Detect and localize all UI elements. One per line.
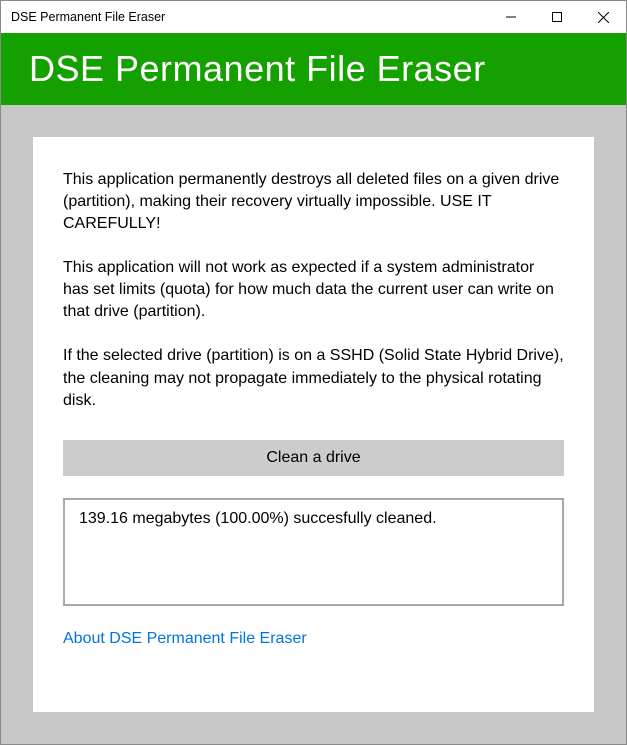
banner: DSE Permanent File Eraser: [1, 33, 626, 105]
description-paragraph-3: If the selected drive (partition) is on …: [63, 345, 564, 411]
window-title: DSE Permanent File Eraser: [11, 10, 165, 24]
status-text: 139.16 megabytes (100.00%) succesfully c…: [79, 510, 437, 527]
close-button[interactable]: [580, 1, 626, 33]
minimize-button[interactable]: [488, 1, 534, 33]
titlebar: DSE Permanent File Eraser: [1, 1, 626, 33]
minimize-icon: [506, 12, 516, 22]
description-paragraph-1: This application permanently destroys al…: [63, 169, 564, 235]
maximize-icon: [552, 12, 562, 22]
status-output: 139.16 megabytes (100.00%) succesfully c…: [63, 498, 564, 606]
main-card: This application permanently destroys al…: [33, 137, 594, 712]
maximize-button[interactable]: [534, 1, 580, 33]
description-paragraph-2: This application will not work as expect…: [63, 257, 564, 323]
about-link[interactable]: About DSE Permanent File Eraser: [63, 630, 307, 648]
close-icon: [598, 12, 609, 23]
banner-title: DSE Permanent File Eraser: [29, 48, 486, 90]
titlebar-controls: [488, 1, 626, 33]
body-area: This application permanently destroys al…: [1, 105, 626, 744]
app-window: DSE Permanent File Eraser DSE Permanent: [0, 0, 627, 745]
description: This application permanently destroys al…: [63, 169, 564, 440]
clean-drive-button[interactable]: Clean a drive: [63, 440, 564, 476]
